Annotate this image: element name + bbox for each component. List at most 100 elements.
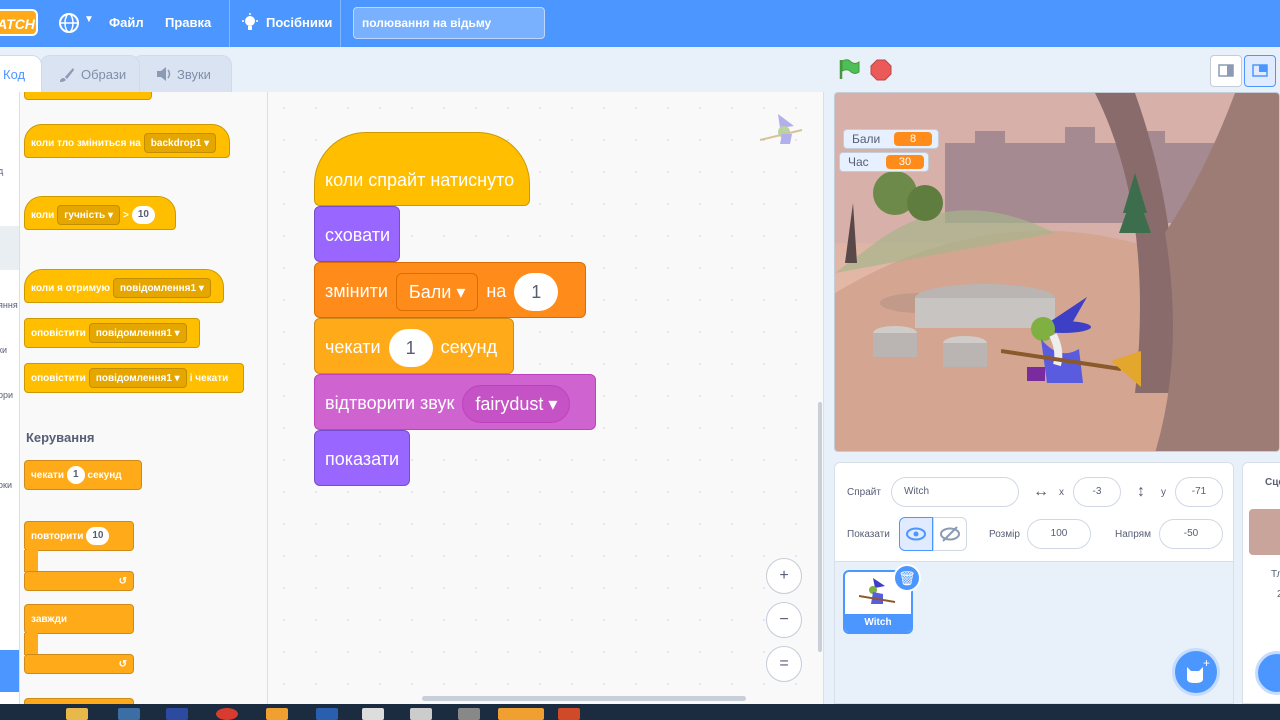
direction-input[interactable]: -50 [1159, 519, 1223, 549]
loudness-dropdown[interactable]: гучність ▾ [57, 205, 121, 226]
block-wait[interactable]: чекати 1 секунд [24, 460, 142, 490]
block-broadcast-and-wait[interactable]: оповістити повідомлення1 ▾ і чекати [24, 363, 244, 393]
zoom-in-button[interactable]: + [766, 558, 802, 594]
category-heading-control: Керування [26, 430, 95, 445]
add-backdrop-button[interactable] [1255, 651, 1280, 695]
taskbar-app-icon[interactable] [458, 708, 480, 720]
tab-costumes-label: Образи [81, 67, 127, 82]
block-when-loudness[interactable]: коли гучність ▾ >10 [24, 196, 176, 230]
stage-canvas[interactable]: Бали 8 Час 30 [834, 92, 1280, 452]
script-area[interactable]: коли спрайт натиснуто сховати змінити Бал… [268, 92, 824, 704]
normal-stage-button[interactable] [1244, 55, 1276, 87]
taskbar-app-icon[interactable] [118, 708, 140, 720]
menu-edit[interactable]: Правка [165, 15, 211, 30]
variable-dropdown[interactable]: Бали ▾ [395, 273, 479, 312]
block-text: оповістити [31, 373, 86, 384]
small-stage-button[interactable] [1210, 55, 1242, 87]
taskbar-app-icon[interactable] [362, 708, 384, 720]
taskbar-app-icon[interactable] [266, 708, 288, 720]
script-block-hide[interactable]: сховати [314, 206, 400, 262]
scratch-logo[interactable]: ATCH [0, 9, 38, 36]
taskbar-app-icon[interactable] [410, 708, 432, 720]
backdrop-thumbnail[interactable] [1249, 509, 1280, 555]
category-label[interactable]: оки [0, 480, 12, 490]
message-dropdown[interactable]: повідомлення1 ▾ [113, 278, 211, 299]
loudness-value-input[interactable]: 10 [131, 206, 155, 225]
wait-seconds-input[interactable]: 1 [66, 466, 85, 485]
browser-icon[interactable] [216, 708, 238, 720]
script-hat-when-sprite-clicked[interactable]: коли спрайт натиснуто [314, 132, 530, 206]
tab-sounds[interactable]: Звуки [132, 55, 232, 92]
size-input[interactable]: 100 [1027, 519, 1091, 549]
block-text: секунд [440, 337, 498, 357]
zoom-out-button[interactable]: − [766, 602, 802, 638]
repeat-count-input[interactable]: 10 [86, 527, 110, 546]
show-visible-button[interactable] [899, 517, 933, 551]
script-block-wait[interactable]: чекати 1 секунд [314, 318, 514, 374]
block-forever[interactable]: завжди ↺ [24, 604, 134, 676]
y-input[interactable]: -71 [1175, 477, 1223, 507]
script-block-change-variable[interactable]: змінити Бали ▾ на 1 [314, 262, 586, 318]
stop-icon[interactable] [870, 59, 892, 81]
variable-monitor[interactable]: Бали 8 [843, 129, 939, 149]
add-sprite-button[interactable]: + [1172, 648, 1220, 696]
category-label[interactable]: яння [0, 300, 18, 310]
script-block-play-sound[interactable]: відтворити звук fairydust ▾ [314, 374, 596, 430]
category-selected[interactable] [0, 226, 19, 270]
lightbulb-icon[interactable] [241, 13, 259, 33]
file-explorer-icon[interactable] [66, 708, 88, 720]
monitor-label: Час [848, 155, 869, 169]
zoom-reset-button[interactable]: = [766, 646, 802, 682]
block-broadcast[interactable]: оповістити повідомлення1 ▾ [24, 318, 200, 348]
script-area-horizontal-scrollbar[interactable] [422, 696, 746, 701]
delete-sprite-button[interactable]: 🗑 [893, 564, 921, 592]
tab-costumes[interactable]: Образи [40, 55, 140, 92]
category-label[interactable]: ори [0, 390, 13, 400]
script-block-show[interactable]: показати [314, 430, 410, 486]
block-text: і чекати [189, 373, 229, 384]
category-label[interactable]: ки [0, 345, 7, 355]
taskbar-app-icon[interactable] [316, 708, 338, 720]
direction-label: Напрям [1115, 529, 1151, 540]
palette-block-partial[interactable] [24, 92, 152, 100]
sprite-name-input[interactable]: Witch [891, 477, 1019, 507]
show-label: Показати [847, 529, 890, 540]
taskbar-app-icon[interactable] [558, 708, 580, 720]
variable-monitor[interactable]: Час 30 [839, 152, 929, 172]
witch-sprite[interactable] [1001, 291, 1141, 401]
project-title-input[interactable]: полювання на відьму [353, 7, 545, 39]
stage-backdrop-pane[interactable]: Сце Тл 2 [1242, 462, 1280, 704]
menu-tutorials[interactable]: Посібники [266, 15, 332, 30]
x-label: x [1059, 487, 1064, 498]
taskbar-active-app-icon[interactable] [498, 708, 544, 720]
message-dropdown[interactable]: повідомлення1 ▾ [88, 368, 187, 389]
block-text: коли [31, 210, 55, 221]
monitor-label: Бали [852, 132, 881, 146]
y-label: y [1161, 487, 1166, 498]
block-text: показати [325, 449, 400, 469]
extension-button[interactable] [0, 650, 19, 692]
dropdown-value: backdrop1 [150, 138, 202, 150]
sound-dropdown[interactable]: fairydust ▾ [462, 385, 571, 424]
script-area-vertical-scrollbar[interactable] [818, 402, 822, 652]
menu-file[interactable]: Файл [109, 15, 144, 30]
change-amount-input[interactable]: 1 [514, 273, 559, 312]
tab-code-label: Код [3, 67, 26, 82]
category-label[interactable]: д [0, 166, 3, 176]
taskbar-app-icon[interactable] [166, 708, 188, 720]
message-dropdown[interactable]: повідомлення1 ▾ [88, 323, 187, 344]
block-text: відтворити звук [325, 393, 455, 413]
backdrop-dropdown[interactable]: backdrop1 ▾ [143, 133, 217, 154]
green-flag-icon[interactable] [838, 58, 860, 80]
block-when-backdrop-switches[interactable]: коли тло зміниться на backdrop1 ▾ [24, 124, 230, 158]
forever-arm [24, 633, 38, 655]
chevron-down-icon: ▼ [84, 14, 94, 25]
wait-seconds-input[interactable]: 1 [388, 329, 433, 368]
block-repeat[interactable]: повторити 10 ↺ [24, 521, 134, 593]
x-input[interactable]: -3 [1073, 477, 1121, 507]
block-when-receive[interactable]: коли я отримую повідомлення1 ▾ [24, 269, 224, 303]
tab-code[interactable]: Код [0, 55, 42, 92]
show-hidden-button[interactable] [933, 517, 967, 551]
eye-slash-icon [940, 526, 960, 542]
globe-icon[interactable] [58, 12, 80, 34]
